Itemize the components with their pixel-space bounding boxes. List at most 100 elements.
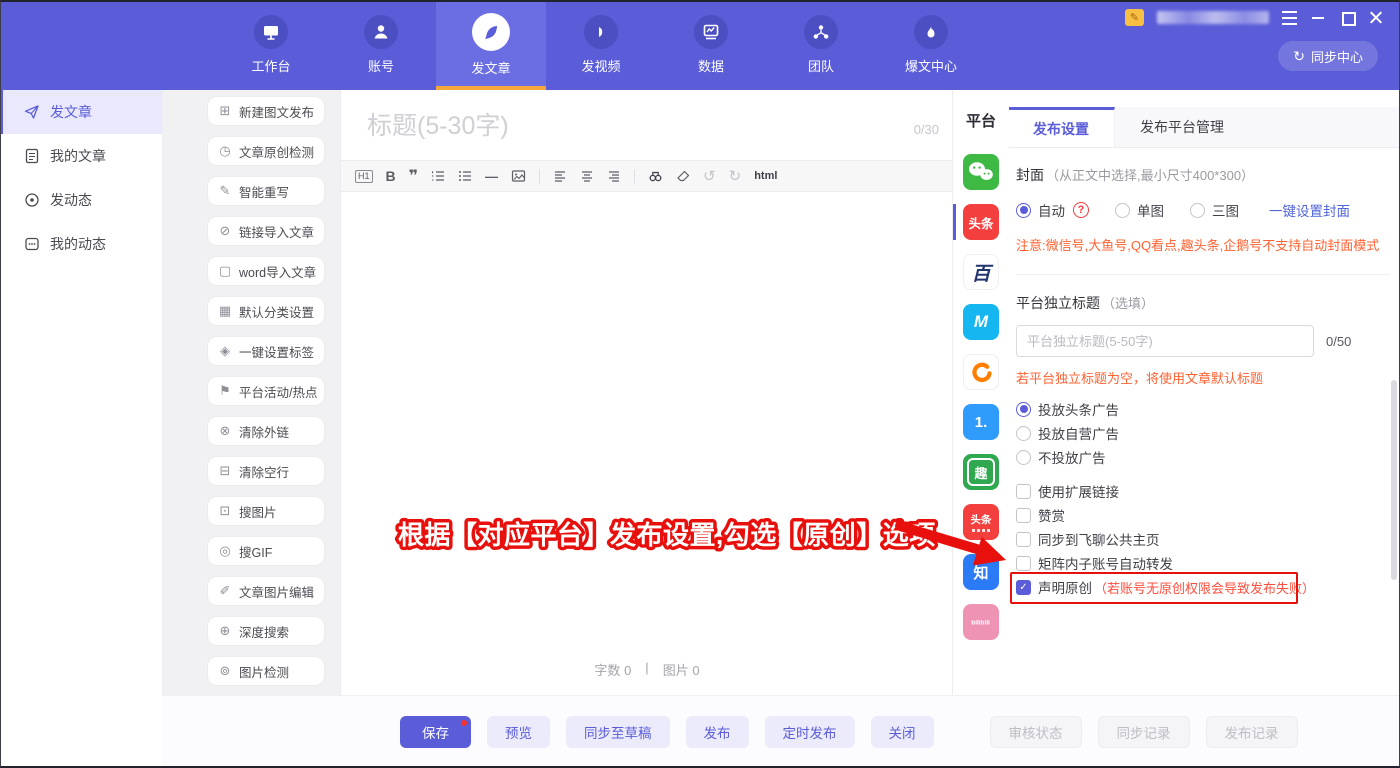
editor-body[interactable] (341, 192, 953, 622)
checkbox-row-sync-feiliao[interactable]: 同步到飞聊公共主页 (1016, 527, 1390, 551)
ordered-list-button[interactable] (431, 169, 445, 183)
radio-label: 三图 (1212, 200, 1239, 220)
tab-publish-settings[interactable]: 发布设置 (1008, 107, 1115, 147)
tool-deep-search[interactable]: ⊕深度搜索 (207, 616, 325, 646)
sidebar-item-my-articles[interactable]: 我的文章 (0, 134, 162, 178)
review-status-button[interactable]: 审核状态 (990, 716, 1082, 748)
blockquote-button[interactable]: ❞ (409, 166, 418, 186)
settings-scrollbar[interactable] (1391, 380, 1397, 580)
tool-new-article[interactable]: ⊞新建图文发布 (207, 96, 325, 126)
sync-to-draft-button[interactable]: 同步至草稿 (566, 716, 670, 748)
checkbox-extended-link[interactable] (1016, 484, 1031, 499)
tool-set-tags[interactable]: ◈一键设置标签 (207, 336, 325, 366)
tool-import-word[interactable]: ▢word导入文章 (207, 256, 325, 286)
checkbox-appreciation[interactable] (1016, 508, 1031, 523)
platform-bilibili[interactable]: bilibili (953, 604, 1009, 640)
moment-icon (24, 192, 40, 208)
independent-title-input[interactable] (1016, 325, 1314, 357)
platform-zhihu[interactable]: 知 (953, 554, 1009, 590)
find-replace-icon[interactable] (648, 169, 663, 183)
platform-weixin[interactable] (953, 154, 1009, 190)
one-click-cover-link[interactable]: 一键设置封面 (1269, 200, 1350, 220)
radio-cover-triple[interactable] (1190, 203, 1205, 218)
platform-sohuhao[interactable] (953, 354, 1009, 390)
platform-baijiahao[interactable]: 百 (953, 254, 1009, 290)
sidebar-item-my-moments[interactable]: 我的动态 (0, 222, 162, 266)
align-left-button[interactable] (553, 169, 567, 183)
tool-platform-activity[interactable]: ⚑平台活动/热点 (207, 376, 325, 406)
sidebar-item-publish-moment[interactable]: 发动态 (0, 178, 162, 222)
platform-dayuhao[interactable]: M (953, 304, 1009, 340)
checkbox-row-matrix-forward[interactable]: 矩阵内子账号自动转发 (1016, 551, 1390, 575)
tool-search-gif[interactable]: ◎搜GIF (207, 536, 325, 566)
nav-item-data[interactable]: 数据 (656, 0, 766, 90)
align-center-button[interactable] (580, 169, 594, 183)
tool-label: 搜图片 (239, 502, 277, 521)
publish-records-button[interactable]: 发布记录 (1206, 716, 1298, 748)
sidebar-item-publish-article[interactable]: 发文章 (0, 90, 162, 134)
insert-image-button[interactable] (511, 169, 526, 183)
close-button[interactable]: 关闭 (871, 716, 934, 748)
nav-item-hot-center[interactable]: 爆文中心 (876, 0, 986, 90)
radio-row-self-ads[interactable]: 投放自营广告 (1016, 421, 1390, 445)
article-title-input[interactable] (365, 106, 839, 146)
tool-clear-empty-lines[interactable]: ⊟清除空行 (207, 456, 325, 486)
checkbox-row-extended-link[interactable]: 使用扩展链接 (1016, 479, 1390, 503)
radio-row-toutiao-ads[interactable]: 投放头条广告 (1016, 397, 1390, 421)
footer-bar: 保存 预览 同步至草稿 发布 定时发布 关闭 审核状态 同步记录 发布记录 (162, 695, 1400, 768)
nav-item-publish-video[interactable]: 发视频 (546, 0, 656, 90)
tool-import-link[interactable]: ⊘链接导入文章 (207, 216, 325, 246)
tool-edit-article-images[interactable]: ✐文章图片编辑 (207, 576, 325, 606)
eraser-icon[interactable] (676, 169, 690, 183)
nav-item-account[interactable]: 账号 (326, 0, 436, 90)
help-icon[interactable]: ? (1073, 202, 1089, 218)
save-button[interactable]: 保存 (400, 716, 471, 748)
horizontal-rule-button[interactable]: — (485, 169, 498, 184)
tab-platform-management[interactable]: 发布平台管理 (1115, 107, 1249, 147)
tool-search-images[interactable]: ⊡搜图片 (207, 496, 325, 526)
close-icon[interactable] (1368, 10, 1384, 25)
radio-cover-single[interactable] (1115, 203, 1130, 218)
redo-button[interactable]: ↻ (729, 167, 742, 185)
checkbox-declare-original[interactable] (1016, 580, 1031, 595)
radio-cover-auto[interactable] (1016, 203, 1031, 218)
nav-item-team[interactable]: 团队 (766, 0, 876, 90)
radio-self-ads[interactable] (1016, 426, 1031, 441)
checkbox-matrix-forward[interactable] (1016, 556, 1031, 571)
platform-qutoutiao[interactable]: 趣 (953, 454, 1009, 490)
checkbox-row-declare-original[interactable]: 声明原创 （若账号无原创权限会导致发布失败） (1016, 575, 1390, 599)
tool-clear-external-links[interactable]: ⊗清除外链 (207, 416, 325, 446)
sync-records-button[interactable]: 同步记录 (1098, 716, 1190, 748)
bold-button[interactable]: B (386, 168, 396, 184)
checkbox-row-appreciation[interactable]: 赞赏 (1016, 503, 1390, 527)
tool-default-category[interactable]: ▦默认分类设置 (207, 296, 325, 326)
scheduled-publish-button[interactable]: 定时发布 (765, 716, 855, 748)
publish-button[interactable]: 发布 (686, 716, 749, 748)
checkbox-sync-feiliao[interactable] (1016, 532, 1031, 547)
align-right-button[interactable] (607, 169, 621, 183)
platform-huitoutiao[interactable]: 头条 (953, 504, 1009, 540)
maximize-icon[interactable] (1339, 10, 1355, 25)
radio-no-ads[interactable] (1016, 450, 1031, 465)
sync-center-button[interactable]: 同步中心 (1278, 41, 1378, 71)
tool-originality-check[interactable]: ◷文章原创检测 (207, 136, 325, 166)
platform-toutiao[interactable]: 头条 (953, 204, 1009, 240)
tool-smart-rewrite[interactable]: ✎智能重写 (207, 176, 325, 206)
html-mode-button[interactable]: html (754, 170, 777, 182)
preview-button[interactable]: 预览 (487, 716, 550, 748)
radio-row-no-ads[interactable]: 不投放广告 (1016, 445, 1390, 469)
bullet-list-button[interactable] (458, 169, 472, 183)
platform-yidianzixun[interactable]: 1. (953, 404, 1009, 440)
section-divider (1016, 274, 1390, 275)
minimize-icon[interactable] (1310, 10, 1326, 25)
nav-item-publish-article[interactable]: 发文章 (436, 0, 546, 90)
menu-icon[interactable] (1282, 11, 1297, 25)
tool-image-check[interactable]: ⊚图片检测 (207, 656, 325, 686)
data-icon (694, 15, 728, 49)
heading-button[interactable]: H1 (355, 170, 373, 183)
nav-item-workbench[interactable]: 工作台 (216, 0, 326, 90)
undo-button[interactable]: ↺ (703, 167, 716, 185)
radio-toutiao-ads[interactable] (1016, 402, 1031, 417)
tool-label: 平台活动/热点 (239, 382, 317, 401)
tool-label: word导入文章 (239, 262, 316, 281)
